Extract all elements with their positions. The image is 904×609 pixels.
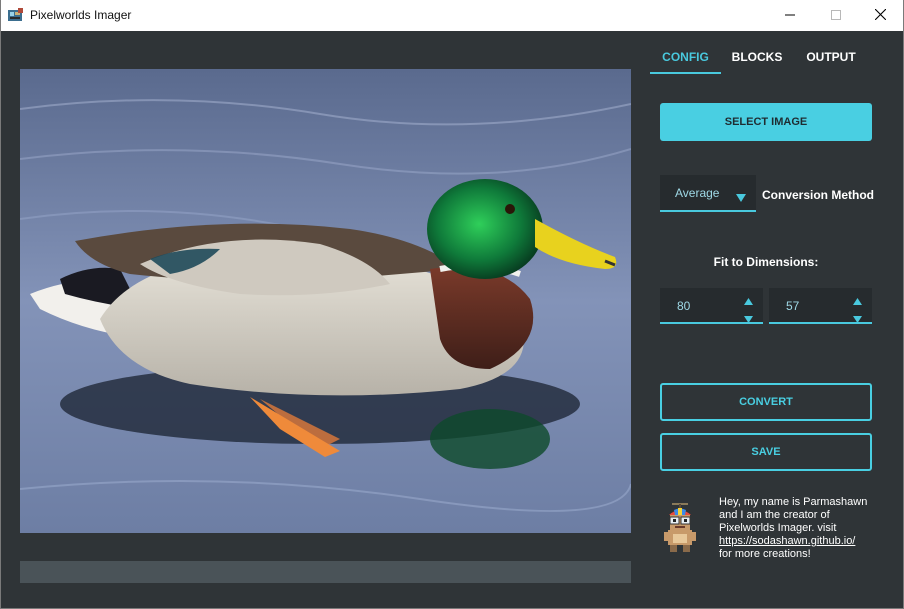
width-stepper[interactable]: 80 (660, 288, 763, 324)
app-window: Pixelworlds Imager CONFIG BLOCKS OUTPUT … (0, 0, 904, 609)
close-button[interactable] (857, 0, 903, 31)
tab-output[interactable]: OUTPUT (796, 42, 866, 72)
minimize-icon (785, 7, 795, 25)
close-icon (874, 7, 886, 25)
title-bar: Pixelworlds Imager (1, 0, 903, 31)
window-title: Pixelworlds Imager (30, 8, 132, 22)
duck-photo (20, 69, 631, 533)
increment-up-icon[interactable] (853, 292, 862, 310)
width-value: 80 (677, 299, 691, 313)
convert-button[interactable]: CONVERT (660, 383, 872, 421)
select-image-button[interactable]: SELECT IMAGE (660, 103, 872, 141)
maximize-icon (831, 7, 841, 25)
minimize-button[interactable] (767, 0, 813, 31)
author-website-link[interactable]: https://sodashawn.github.io/ (719, 535, 879, 548)
fit-dimensions-label: Fit to Dimensions: (713, 255, 819, 269)
conversion-method-select[interactable]: Average (660, 175, 756, 212)
progress-bar (20, 561, 631, 583)
tab-blocks[interactable]: BLOCKS (724, 42, 790, 72)
save-button[interactable]: SAVE (660, 433, 872, 471)
about-line: and I am the creator of (719, 509, 830, 521)
dropdown-arrow-icon (736, 189, 746, 207)
maximize-button[interactable] (813, 0, 859, 31)
height-stepper[interactable]: 57 (769, 288, 872, 324)
conversion-method-value: Average (675, 186, 720, 200)
mascot-avatar (658, 501, 702, 555)
client-area: CONFIG BLOCKS OUTPUT SELECT IMAGE Averag… (1, 31, 903, 608)
about-text: Hey, my name is Parmashawn and I am the … (719, 496, 879, 561)
conversion-method-label: Conversion Method (762, 188, 875, 202)
about-line: Pixelworlds Imager. visit (719, 522, 837, 534)
about-line: Hey, my name is Parmashawn (719, 496, 868, 508)
decrement-down-icon[interactable] (744, 310, 753, 328)
height-value: 57 (786, 299, 800, 313)
decrement-down-icon[interactable] (853, 310, 862, 328)
image-preview (20, 69, 631, 533)
about-line: for more creations! (719, 548, 811, 560)
tab-bar: CONFIG BLOCKS OUTPUT (650, 42, 875, 74)
tab-config[interactable]: CONFIG (650, 42, 721, 74)
app-icon (8, 8, 24, 22)
increment-up-icon[interactable] (744, 292, 753, 310)
